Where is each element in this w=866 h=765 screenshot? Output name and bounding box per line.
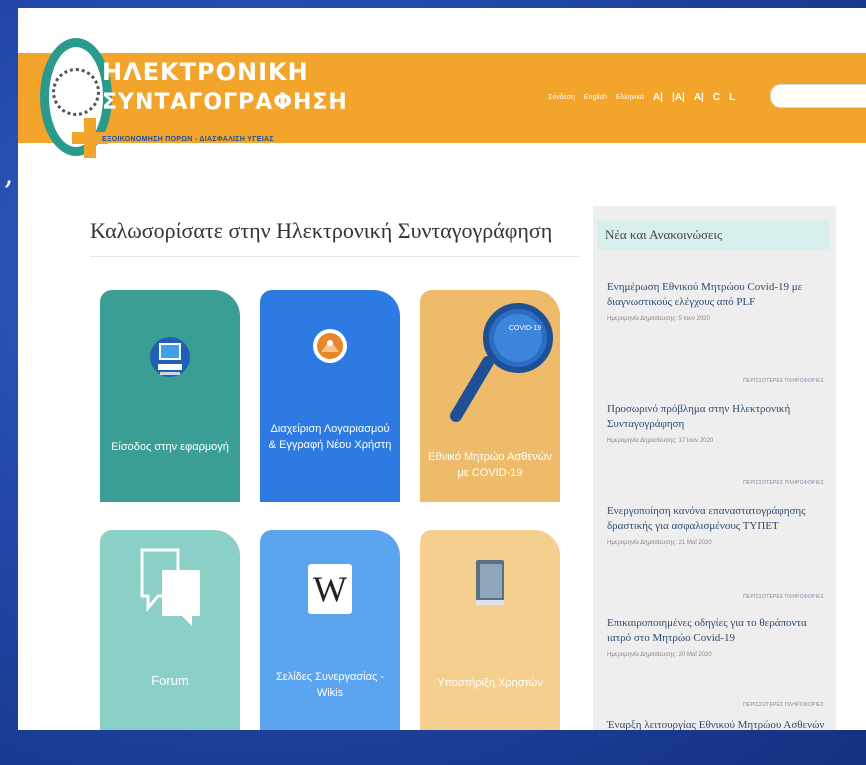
tile-login[interactable]: Είσοδος στην εφαρμογή (100, 290, 240, 502)
english-link[interactable]: English (584, 94, 607, 101)
page-title: Καλωσορίσατε στην Ηλεκτρονική Συνταγογρά… (90, 218, 553, 243)
title-divider (90, 256, 580, 257)
wikipedia-glyph: W (313, 569, 347, 609)
tile-covid-registry[interactable]: COVID-19 Εθνικό Μητρώο Ασθενών με COVID-… (420, 290, 560, 502)
computer-icon (150, 337, 190, 377)
news-headline[interactable]: Ενημέρωση Εθνικού Μητρώου Covid-19 με δι… (607, 280, 829, 310)
logo-dotted-circle-icon (52, 68, 100, 116)
news-date: Ημερομηνία Δημοσίευσης: 5 Ιουν 2020 (607, 315, 710, 322)
news-date: Ημερομηνία Δημοσίευσης: 20 Μαΐ 2020 (607, 651, 712, 658)
brand-title-line1[interactable]: ΗΛΕΚΤΡΟΝΙΚΗ (102, 58, 309, 86)
quote-mark-decoration: , (4, 157, 14, 192)
search-input[interactable] (770, 84, 866, 108)
news-headline[interactable]: Έναρξη λειτουργίας Εθνικού Μητρώου Ασθεν… (607, 718, 829, 730)
news-headline[interactable]: Ενεργοποίηση κανόνα επαναστατογράφησης δ… (607, 504, 829, 534)
tile-account-management[interactable]: Διαχείριση Λογαριασμού & Εγγραφή Νέου Χρ… (260, 290, 400, 502)
news-more-link[interactable]: ΠΕΡΙΣΣΟΤΕΡΕΣ ΠΛΗΡΟΦΟΡΙΕΣ (743, 594, 824, 600)
book-icon (476, 560, 504, 605)
tile-wikis-label: Σελίδες Συνεργασίας - Wikis (276, 671, 384, 699)
news-more-link[interactable]: ΠΕΡΙΣΣΟΤΕΡΕΣ ΠΛΗΡΟΦΟΡΙΕΣ (743, 378, 824, 384)
tile-forum[interactable]: Forum (100, 530, 240, 730)
news-headline[interactable]: Επικαιροποιημένες οδηγίες για το θεράπον… (607, 616, 829, 646)
website-screenshot: ΗΛΕΚΤΡΟΝΙΚΗ ΣΥΝΤΑΓΟΓΡΑΦΗΣΗ ΕΞΟΙΚΟΝΟΜΗΣΗ … (18, 8, 866, 730)
news-item[interactable]: Επικαιροποιημένες οδηγίες για το θεράπον… (607, 616, 829, 658)
news-more-link[interactable]: ΠΕΡΙΣΣΟΤΕΡΕΣ ΠΛΗΡΟΦΟΡΙΕΣ (743, 480, 824, 486)
tile-login-label: Είσοδος στην εφαρμογή (111, 441, 229, 453)
news-item[interactable]: Προσωρινό πρόβλημα στην Ηλεκτρονική Συντ… (607, 402, 829, 444)
magnifier-icon (450, 303, 553, 422)
login-link[interactable]: Σύνδεση (548, 94, 575, 101)
news-date: Ημερομηνία Δημοσίευσης: 17 Ιουν 2020 (607, 437, 714, 444)
chat-icon (140, 548, 200, 626)
tile-account-label: Διαχείριση Λογαριασμού & Εγγραφή Νέου Χρ… (268, 423, 392, 451)
news-panel-title: Νέα και Ανακοινώσεις (597, 220, 829, 250)
news-headline[interactable]: Προσωρινό πρόβλημα στην Ηλεκτρονική Συντ… (607, 402, 829, 432)
tile-wikis[interactable]: W Σελίδες Συνεργασίας - Wikis (260, 530, 400, 730)
tile-covid-label: Εθνικό Μητρώο Ασθενών με COVID-19 (428, 451, 552, 479)
font-reset-button[interactable]: |A| (672, 92, 685, 103)
font-decrease-button[interactable]: A| (653, 92, 663, 103)
light-mode-button[interactable]: L (729, 92, 735, 103)
news-panel: Νέα και Ανακοινώσεις Ενημέρωση Εθνικού Μ… (593, 206, 836, 730)
font-increase-button[interactable]: A| (694, 92, 704, 103)
account-icon (313, 329, 347, 363)
tile-support-label: Υποστήριξη Χρηστών (437, 677, 543, 689)
news-more-link[interactable]: ΠΕΡΙΣΣΟΤΕΡΕΣ ΠΛΗΡΟΦΟΡΙΕΣ (743, 702, 824, 708)
news-date: Ημερομηνία Δημοσίευσης: 21 Μαΐ 2020 (607, 539, 712, 546)
wikipedia-icon: W (308, 564, 352, 614)
greek-link[interactable]: Ελληνικά (616, 94, 644, 101)
covid-badge: COVID-19 (508, 325, 542, 332)
brand-title-line2[interactable]: ΣΥΝΤΑΓΟΓΡΑΦΗΣΗ (102, 90, 348, 115)
news-item[interactable]: Ενημέρωση Εθνικού Μητρώου Covid-19 με δι… (607, 280, 829, 322)
news-item[interactable]: Ενεργοποίηση κανόνα επαναστατογράφησης δ… (607, 504, 829, 546)
tile-user-support[interactable]: Υποστήριξη Χρηστών (420, 530, 560, 730)
contrast-button[interactable]: C (713, 92, 720, 103)
header-links: Σύνδεση English Ελληνικά A| |A| A| C L (548, 92, 735, 103)
tile-forum-label: Forum (151, 673, 189, 688)
news-item[interactable]: Έναρξη λειτουργίας Εθνικού Μητρώου Ασθεν… (607, 718, 829, 730)
brand-tagline: ΕΞΟΙΚΟΝΟΜΗΣΗ ΠΟΡΩΝ - ΔΙΑΣΦΑΛΙΣΗ ΥΓΕΙΑΣ (102, 136, 274, 143)
